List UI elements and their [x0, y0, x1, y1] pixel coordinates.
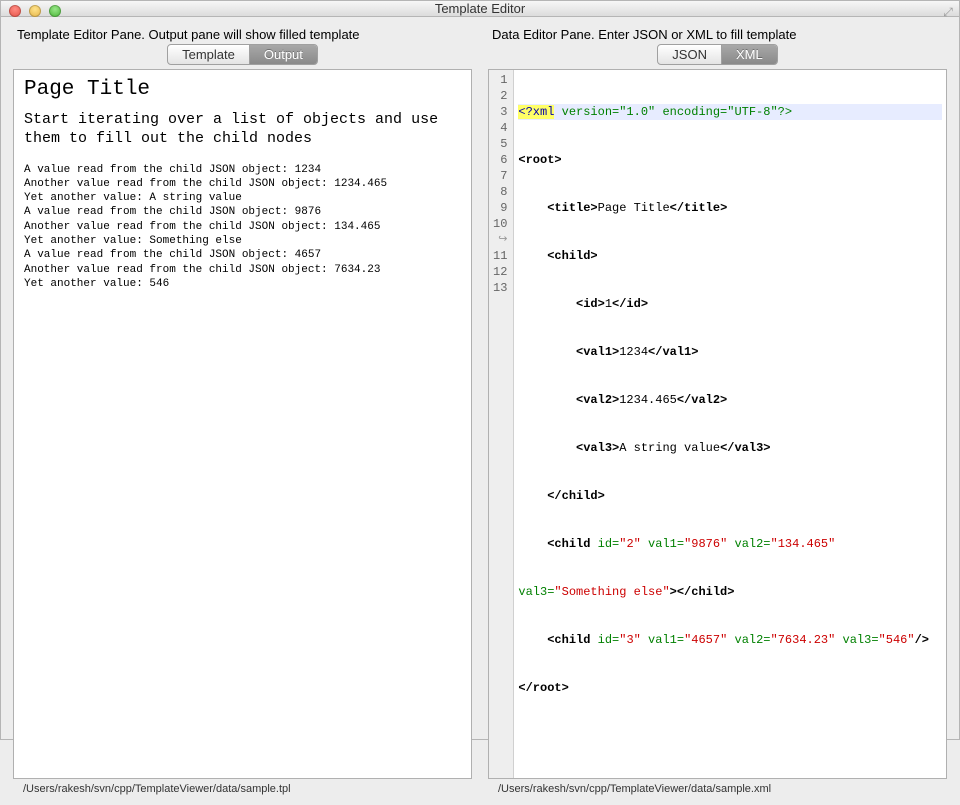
gutter-num: 12 — [493, 264, 507, 280]
tab-xml[interactable]: XML — [722, 45, 777, 64]
code-line: <id>1</id> — [518, 296, 942, 312]
data-editor-pane: Data Editor Pane. Enter JSON or XML to f… — [480, 21, 955, 805]
data-tab-group: JSON XML — [657, 44, 777, 65]
code-line: <?xml version="1.0" encoding="UTF-8"?> — [518, 104, 942, 120]
code-line: </root> — [518, 680, 942, 696]
output-line: Another value read from the child JSON o… — [24, 220, 461, 234]
code-line: <child> — [518, 248, 942, 264]
code-lines[interactable]: <?xml version="1.0" encoding="UTF-8"?> <… — [514, 70, 946, 778]
gutter-num: 11 — [493, 248, 507, 264]
app-window: Template Editor ⤢ Template Editor Pane. … — [0, 0, 960, 740]
code-line: <val2>1234.465</val2> — [518, 392, 942, 408]
output-editor[interactable]: Page Title Start iterating over a list o… — [13, 69, 472, 779]
gutter-num: 3 — [493, 104, 507, 120]
output-line: A value read from the child JSON object:… — [24, 163, 461, 177]
template-pane-label: Template Editor Pane. Output pane will s… — [13, 27, 472, 42]
output-description: Start iterating over a list of objects a… — [24, 111, 461, 149]
code-line: </child> — [518, 488, 942, 504]
line-gutter: 1 2 3 4 5 6 7 8 9 10 ↪ 11 12 13 — [489, 70, 514, 778]
gutter-num: 2 — [493, 88, 507, 104]
code-line: <title>Page Title</title> — [518, 200, 942, 216]
code-line: <child id="3" val1="4657" val2="7634.23"… — [518, 632, 942, 648]
data-editor[interactable]: 1 2 3 4 5 6 7 8 9 10 ↪ 11 12 13 — [488, 69, 947, 779]
zoom-icon[interactable] — [49, 5, 61, 17]
gutter-num: 5 — [493, 136, 507, 152]
code-line: <val3>A string value</val3> — [518, 440, 942, 456]
window-title: Template Editor — [1, 1, 959, 16]
code-view: 1 2 3 4 5 6 7 8 9 10 ↪ 11 12 13 — [489, 70, 946, 778]
output-line: Another value read from the child JSON o… — [24, 177, 461, 191]
wrap-icon: ↪ — [493, 232, 507, 248]
data-tabs: JSON XML — [488, 44, 947, 65]
output-line: A value read from the child JSON object:… — [24, 248, 461, 262]
code-line: <child id="2" val1="9876" val2="134.465" — [518, 536, 942, 552]
content: Template Editor Pane. Output pane will s… — [1, 17, 959, 805]
gutter-num: 13 — [493, 280, 507, 296]
output-line: Yet another value: A string value — [24, 191, 461, 205]
output-line: Yet another value: Something else — [24, 234, 461, 248]
window-controls — [9, 5, 61, 17]
data-pane-label: Data Editor Pane. Enter JSON or XML to f… — [488, 27, 947, 42]
template-editor-pane: Template Editor Pane. Output pane will s… — [5, 21, 480, 805]
tab-json[interactable]: JSON — [658, 45, 722, 64]
gutter-num: 7 — [493, 168, 507, 184]
gutter-num: 8 — [493, 184, 507, 200]
minimize-icon[interactable] — [29, 5, 41, 17]
template-tab-group: Template Output — [167, 44, 318, 65]
data-status-path: /Users/rakesh/svn/cpp/TemplateViewer/dat… — [488, 779, 947, 801]
tab-template[interactable]: Template — [168, 45, 250, 64]
gutter-num: 1 — [493, 72, 507, 88]
code-line: val3="Something else"></child> — [518, 584, 942, 600]
code-line: <val1>1234</val1> — [518, 344, 942, 360]
template-tabs: Template Output — [13, 44, 472, 65]
gutter-num: 6 — [493, 152, 507, 168]
gutter-num: 10 — [493, 216, 507, 232]
output-title: Page Title — [24, 78, 461, 101]
gutter-num: 9 — [493, 200, 507, 216]
gutter-num: 4 — [493, 120, 507, 136]
code-line: <root> — [518, 152, 942, 168]
output-content: Page Title Start iterating over a list o… — [14, 70, 471, 299]
code-line — [518, 728, 942, 744]
template-status-path: /Users/rakesh/svn/cpp/TemplateViewer/dat… — [13, 779, 472, 801]
tab-output[interactable]: Output — [250, 45, 317, 64]
output-line: Yet another value: 546 — [24, 277, 461, 291]
resize-icon[interactable]: ⤢ — [941, 5, 955, 19]
close-icon[interactable] — [9, 5, 21, 17]
output-line: Another value read from the child JSON o… — [24, 263, 461, 277]
output-line: A value read from the child JSON object:… — [24, 205, 461, 219]
titlebar: Template Editor ⤢ — [1, 1, 959, 17]
